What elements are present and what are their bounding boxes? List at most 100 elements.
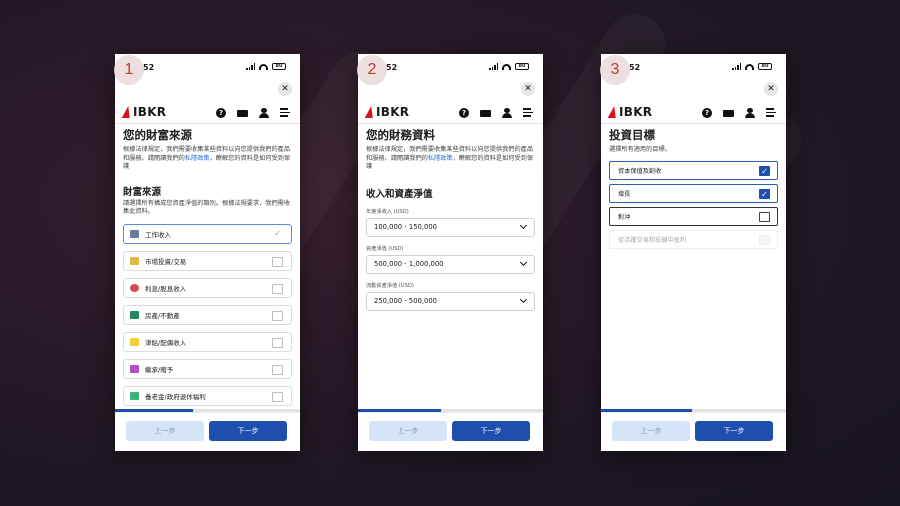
option-label: 利息/股息收入: [145, 284, 187, 293]
goal-growth[interactable]: 增長 ✓: [609, 183, 778, 203]
annual-income-label: 年度淨收入 (USD): [366, 208, 409, 215]
checkbox[interactable]: [759, 211, 770, 222]
chevron-down-icon: [519, 295, 528, 303]
id-card-icon[interactable]: [723, 109, 734, 117]
app-header: IBKR ?: [358, 102, 543, 124]
chevron-down-icon: [519, 221, 528, 229]
user-icon[interactable]: [259, 108, 269, 118]
phone-screen-2: 52 80 ✕ IBKR ? 您的財務資料 根據法律規定，我們需要收集某些資料以…: [358, 54, 543, 451]
annual-income-select[interactable]: 100,000 - 150,000: [366, 217, 535, 237]
ibkr-logo[interactable]: IBKR: [609, 105, 652, 119]
privacy-policy-link[interactable]: 私隱政策: [185, 155, 210, 162]
brand-name: IBKR: [619, 105, 653, 119]
next-button[interactable]: 下一步: [209, 421, 287, 441]
pie-icon: [130, 283, 139, 292]
privacy-policy-link[interactable]: 私隱政策: [428, 155, 453, 162]
option-label: 繼承/贈予: [145, 365, 174, 374]
battery-icon: 80: [758, 63, 772, 70]
liquid-net-worth-label: 流動資產淨值 (USD): [366, 282, 414, 289]
next-button[interactable]: 下一步: [695, 421, 773, 441]
phone-screen-3: 52 80 ✕ IBKR ? 投資目標 選擇所有適用的目標。 資本保值及創收 ✓…: [601, 54, 786, 451]
goal-label: 對沖: [618, 213, 631, 221]
goal-label: 從活躍交易和投機中盈利: [618, 236, 687, 244]
option-property[interactable]: 房產/不動產: [123, 304, 292, 325]
checkbox[interactable]: [272, 337, 283, 348]
goal-label: 增長: [618, 190, 631, 198]
page-title: 投資目標: [609, 128, 655, 142]
step-badge-1: 1: [114, 55, 144, 85]
checkbox-disabled: [759, 234, 770, 245]
menu-icon[interactable]: [766, 108, 776, 118]
section-description: 請選擇所有構成您資產淨值的類別。根據法規要求，我們需收集此資料。: [123, 199, 291, 216]
checkbox-checked[interactable]: ✓: [759, 188, 770, 199]
back-button[interactable]: 上一步: [369, 421, 447, 441]
option-label: 工作收入: [145, 230, 171, 239]
ibkr-logo[interactable]: IBKR: [123, 105, 166, 119]
signal-icon: [489, 63, 498, 70]
ibkr-logo-icon: [366, 106, 374, 119]
option-allowance[interactable]: 津貼/配偶收入: [123, 331, 292, 352]
section-title: 收入和資產淨值: [366, 188, 433, 200]
option-employment-income[interactable]: 工作收入 ✓: [123, 223, 292, 244]
status-time: 52: [143, 63, 155, 72]
back-button[interactable]: 上一步: [126, 421, 204, 441]
step-badge-2: 2: [357, 55, 387, 85]
page-title: 您的財富來源: [123, 128, 192, 142]
phone-screen-1: 52 80 ✕ IBKR ? 您的財富來源 根據法律規定，我們需要收集某些資料以…: [115, 54, 300, 451]
signal-icon: [246, 63, 255, 70]
id-card-icon[interactable]: [237, 109, 248, 117]
option-label: 房產/不動產: [145, 311, 180, 320]
footer: 上一步 下一步: [358, 412, 543, 451]
page-description: 根據法律規定，我們需要收集某些資料以向您提供我們的產品和服務。請閱讀我們的私隱政…: [123, 146, 291, 170]
ibkr-logo[interactable]: IBKR: [366, 105, 409, 119]
user-icon[interactable]: [502, 108, 512, 118]
option-market-trading[interactable]: 市場投資/交易: [123, 250, 292, 271]
goal-capital-preservation[interactable]: 資本保值及創收 ✓: [609, 160, 778, 180]
wallet-icon: [130, 337, 139, 346]
status-time: 52: [386, 63, 398, 72]
close-icon[interactable]: ✕: [521, 82, 535, 96]
user-icon[interactable]: [745, 108, 755, 118]
option-label: 養老金/政府退休福利: [145, 392, 206, 401]
option-interest-dividend[interactable]: 利息/股息收入: [123, 277, 292, 298]
ibkr-logo-icon: [123, 106, 131, 119]
status-time: 52: [629, 63, 641, 72]
back-button[interactable]: 上一步: [612, 421, 690, 441]
pension-icon: [130, 391, 139, 400]
section-title: 財富來源: [123, 186, 162, 198]
wifi-icon: [745, 63, 754, 70]
signal-icon: [732, 63, 741, 70]
checkbox[interactable]: [272, 391, 283, 402]
net-worth-select[interactable]: 500,000 - 1,000,000: [366, 254, 535, 274]
select-value: 250,000 - 500,000: [374, 297, 437, 305]
checkbox[interactable]: [272, 283, 283, 294]
brand-name: IBKR: [376, 105, 410, 119]
id-card-icon[interactable]: [480, 109, 491, 117]
house-icon: [130, 310, 139, 319]
wifi-icon: [259, 63, 268, 70]
option-inheritance[interactable]: 繼承/贈予: [123, 358, 292, 379]
liquid-net-worth-select[interactable]: 250,000 - 500,000: [366, 291, 535, 311]
menu-icon[interactable]: [523, 108, 533, 118]
goal-hedging[interactable]: 對沖: [609, 206, 778, 226]
checkbox[interactable]: [272, 256, 283, 267]
close-icon[interactable]: ✕: [764, 82, 778, 96]
close-icon[interactable]: ✕: [278, 82, 292, 96]
checkbox[interactable]: [272, 310, 283, 321]
option-label: 津貼/配偶收入: [145, 338, 187, 347]
option-pension[interactable]: 養老金/政府退休福利: [123, 385, 292, 406]
checkbox[interactable]: [272, 364, 283, 375]
footer: 上一步 下一步: [115, 412, 300, 451]
footer: 上一步 下一步: [601, 412, 786, 451]
menu-icon[interactable]: [280, 108, 290, 118]
help-icon[interactable]: ?: [459, 108, 469, 118]
help-icon[interactable]: ?: [216, 108, 226, 118]
app-header: IBKR ?: [115, 102, 300, 124]
option-label: 市場投資/交易: [145, 257, 187, 266]
next-button[interactable]: 下一步: [452, 421, 530, 441]
help-icon[interactable]: ?: [702, 108, 712, 118]
checkbox-checked[interactable]: ✓: [759, 165, 770, 176]
gift-icon: [130, 364, 139, 373]
page-subtitle: 選擇所有適用的目標。: [609, 146, 671, 153]
check-icon: ✓: [274, 228, 281, 238]
